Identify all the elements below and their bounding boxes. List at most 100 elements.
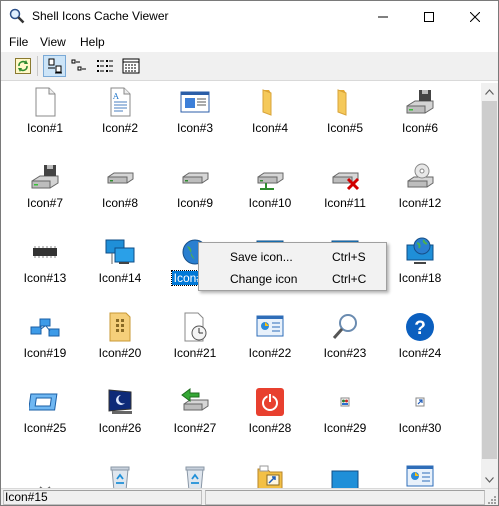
icon-label: Icon#24 (381, 346, 459, 360)
icon-list-item[interactable]: Icon#8 (81, 158, 151, 228)
icon-label: Icon#4 (231, 121, 309, 135)
context-menu: Save icon... Ctrl+S Change icon Ctrl+C (198, 242, 387, 291)
icon-list-item[interactable] (306, 458, 376, 488)
small-icons-view-icon (71, 59, 86, 71)
icon-label: Icon#21 (156, 346, 234, 360)
scroll-down-button[interactable] (481, 471, 498, 488)
icon-list-item[interactable]: Icon#23 (306, 308, 376, 378)
cd-drive-icon (407, 163, 434, 188)
icon-list-item[interactable]: Icon#29 (306, 383, 376, 453)
icon-label-text: Icon#7 (26, 196, 64, 210)
list-view-button[interactable] (93, 55, 116, 77)
icon-list-item[interactable]: Icon#22 (231, 308, 301, 378)
icon-list-item[interactable]: Icon#18 (381, 233, 451, 303)
icon-list-item[interactable]: Icon#30 (381, 383, 451, 453)
drive-icon (182, 172, 209, 184)
list-view-icon (96, 60, 113, 72)
icon-label: Icon#14 (81, 271, 159, 285)
change-icon-menu-item[interactable]: Change icon Ctrl+C (201, 267, 385, 289)
small-icons-view-button[interactable] (67, 55, 90, 77)
close-button[interactable] (452, 1, 498, 32)
icon-label-text: Icon#4 (251, 121, 289, 135)
icon-list-item[interactable] (381, 458, 451, 488)
menu-help[interactable]: Help (80, 35, 105, 49)
menu-item-shortcut: Ctrl+S (332, 250, 366, 264)
refresh-button[interactable] (11, 55, 34, 77)
icon-label-text: Icon#12 (398, 196, 442, 210)
search-icon (332, 314, 357, 339)
network-drive-icon (257, 172, 284, 190)
icon-list-item[interactable] (6, 458, 76, 488)
memory-chip-icon (33, 246, 57, 258)
chevron-down-icon (485, 476, 494, 483)
icon-list-item[interactable]: ? Icon#24 (381, 308, 451, 378)
vertical-scrollbar[interactable] (481, 83, 498, 488)
icon-list-item[interactable]: Icon#14 (81, 233, 151, 303)
icon-list-item[interactable]: Icon#6 (381, 83, 451, 153)
large-icons-view-button[interactable] (43, 55, 66, 77)
icon-list-item[interactable]: Icon#26 (81, 383, 151, 453)
icon-list-item[interactable]: Icon#7 (6, 158, 76, 228)
icon-list-item[interactable]: Icon#13 (6, 233, 76, 303)
toolbar-separator (37, 56, 38, 76)
icon-label-text: Icon#29 (323, 421, 367, 435)
icon-label: Icon#10 (231, 196, 309, 210)
icon-label-text: Icon#8 (101, 196, 139, 210)
icon-list-item[interactable]: Icon#4 (231, 83, 301, 153)
grid-document-icon (109, 312, 131, 342)
icon-list-item[interactable]: Icon#21 (156, 308, 226, 378)
icon-label-text: Icon#10 (248, 196, 292, 210)
icon-label-text: Icon#25 (23, 421, 67, 435)
icon-list-item[interactable]: Icon#9 (156, 158, 226, 228)
folder-shortcut-icon (257, 465, 283, 488)
icon-list-item[interactable]: Icon#20 (81, 308, 151, 378)
icon-list-item[interactable]: Icon#3 (156, 83, 226, 153)
refresh-icon (14, 58, 31, 74)
icon-list-item[interactable]: Icon#28 (231, 383, 301, 453)
icon-label: Icon#18 (381, 271, 459, 285)
scroll-thumb[interactable] (482, 101, 497, 459)
blue-monitor-icon (331, 470, 359, 488)
details-view-button[interactable] (119, 55, 142, 77)
maximize-button[interactable] (406, 1, 452, 32)
globe-monitor-icon (406, 237, 434, 264)
control-panel-icon (256, 315, 284, 337)
icon-list-item[interactable]: Icon#27 (156, 383, 226, 453)
icon-list-item[interactable]: Icon#5 (306, 83, 376, 153)
icon-label-text: Icon#22 (248, 346, 292, 360)
menu-file[interactable]: File (9, 35, 28, 49)
icon-label-text: Icon#30 (398, 421, 442, 435)
icon-list-item[interactable]: Icon#10 (231, 158, 301, 228)
icon-label: Icon#28 (231, 421, 309, 435)
save-icon-menu-item[interactable]: Save icon... Ctrl+S (201, 245, 385, 267)
small-shortcut-icon (415, 397, 425, 407)
icon-list-item[interactable]: Icon#19 (6, 308, 76, 378)
control-panel-icon (406, 465, 434, 487)
icon-label-text: Icon#6 (401, 121, 439, 135)
icon-list-item[interactable]: Icon#11 (306, 158, 376, 228)
icon-list-item[interactable] (81, 458, 151, 488)
toolbar (1, 52, 498, 81)
icon-label-text: Icon#18 (398, 271, 442, 285)
title-bar[interactable]: Shell Icons Cache Viewer (1, 1, 498, 32)
menu-view[interactable]: View (40, 35, 66, 49)
chevron-up-icon (485, 88, 494, 95)
icon-label: Icon#27 (156, 421, 234, 435)
minimize-button[interactable] (360, 1, 406, 32)
magnifier-app-icon (9, 8, 25, 24)
folder-icon (337, 89, 347, 116)
icon-list-item[interactable]: Icon#25 (6, 383, 76, 453)
icon-list-item[interactable]: Icon#1 (6, 83, 76, 153)
icon-list-item[interactable] (156, 458, 226, 488)
icon-list-item[interactable] (231, 458, 301, 488)
svg-text:A: A (112, 92, 119, 101)
recycle-bin-icon (185, 466, 205, 488)
maximize-icon (424, 11, 434, 22)
icon-list-item[interactable]: Icon#12 (381, 158, 451, 228)
large-icons-view-icon (47, 58, 62, 74)
icon-label-text: Icon#19 (23, 346, 67, 360)
icon-list-item[interactable]: A Icon#2 (81, 83, 151, 153)
resize-grip-icon[interactable] (486, 494, 496, 504)
scroll-up-button[interactable] (481, 83, 498, 100)
small-users-icon (340, 397, 350, 407)
